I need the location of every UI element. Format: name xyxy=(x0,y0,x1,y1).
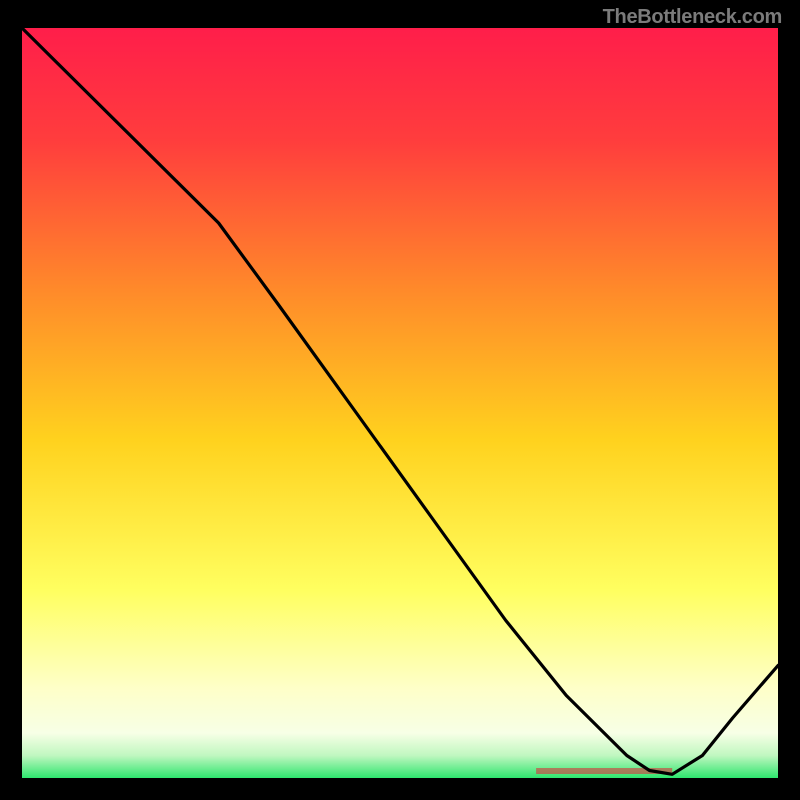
chart-svg xyxy=(22,28,778,778)
watermark-text: TheBottleneck.com xyxy=(603,6,782,29)
plot-area xyxy=(22,28,778,778)
chart-stage: TheBottleneck.com xyxy=(0,0,800,800)
